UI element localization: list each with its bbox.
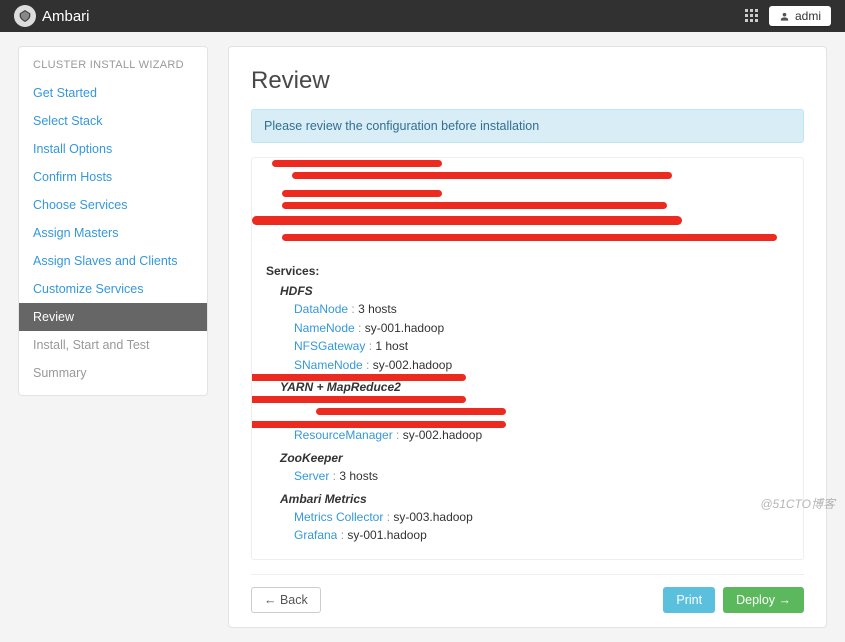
navbar-right: admi (745, 6, 831, 26)
component-link[interactable]: Server (294, 469, 329, 483)
component-link[interactable]: SNameNode (294, 358, 363, 372)
service-component-line: Grafana : sy-001.hadoop (294, 526, 789, 545)
service-component-line: SNameNode : sy-002.hadoop (294, 356, 789, 375)
component-link[interactable]: Metrics Collector (294, 510, 383, 524)
top-navbar: Ambari admi (0, 0, 845, 32)
component-value: sy-002.hadoop (373, 358, 452, 372)
wizard-step[interactable]: Select Stack (19, 107, 207, 135)
redaction-bar (252, 216, 682, 225)
service-component-line: DataNode : 3 hosts (294, 300, 789, 319)
component-link[interactable]: NFSGateway (294, 339, 365, 353)
back-button[interactable]: ← Back (251, 587, 321, 613)
component-value: 3 hosts (358, 302, 397, 316)
review-alert: Please review the configuration before i… (251, 109, 804, 143)
component-value: 1 host (375, 339, 408, 353)
brand[interactable]: Ambari (14, 5, 90, 27)
component-link[interactable]: NameNode (294, 321, 355, 335)
wizard-step[interactable]: Install Options (19, 135, 207, 163)
redaction-bar (282, 202, 667, 209)
admin-label: admi (795, 9, 821, 23)
service-component-line: ResourceManager : sy-002.hadoop (294, 426, 789, 445)
wizard-step[interactable]: Assign Slaves and Clients (19, 247, 207, 275)
redaction-bar (251, 396, 466, 403)
brand-label: Ambari (42, 8, 90, 25)
page-body: CLUSTER INSTALL WIZARD Get StartedSelect… (0, 32, 845, 642)
wizard-step[interactable]: Assign Masters (19, 219, 207, 247)
user-icon (779, 11, 790, 22)
sidebar-title: CLUSTER INSTALL WIZARD (19, 47, 207, 79)
wizard-footer: ← Back Print Deploy → (251, 574, 804, 613)
component-value: sy-001.hadoop (347, 528, 426, 542)
component-link[interactable]: DataNode (294, 302, 348, 316)
services-heading: Services: (266, 264, 789, 278)
redaction-bar (282, 190, 442, 197)
wizard-step[interactable]: Customize Services (19, 275, 207, 303)
component-value: sy-002.hadoop (403, 428, 482, 442)
ambari-logo-icon (14, 5, 36, 27)
component-value: sy-003.hadoop (393, 510, 472, 524)
redaction-bar (282, 234, 777, 241)
component-link[interactable]: ResourceManager (294, 428, 393, 442)
service-group-name: YARN + MapReduce2 (280, 380, 789, 394)
redaction-bar (251, 421, 506, 428)
print-button[interactable]: Print (663, 587, 715, 613)
redaction-bar (292, 172, 672, 179)
service-group-name: Ambari Metrics (280, 492, 789, 506)
redaction-bar (316, 408, 506, 415)
wizard-step[interactable]: Get Started (19, 79, 207, 107)
redaction-bar (272, 160, 442, 167)
service-component-line: Server : 3 hosts (294, 467, 789, 486)
wizard-step[interactable]: Confirm Hosts (19, 163, 207, 191)
wizard-step: Summary (19, 359, 207, 387)
wizard-step[interactable]: Review (19, 303, 207, 331)
wizard-sidebar: CLUSTER INSTALL WIZARD Get StartedSelect… (18, 46, 208, 396)
service-component-line: NFSGateway : 1 host (294, 337, 789, 356)
review-content: Services: HDFSDataNode : 3 hostsNameNode… (251, 157, 804, 560)
main-panel: Review Please review the configuration b… (228, 46, 827, 628)
service-group-name: ZooKeeper (280, 451, 789, 465)
deploy-button[interactable]: Deploy → (723, 587, 804, 613)
service-component-line: Metrics Collector : sy-003.hadoop (294, 508, 789, 527)
page-title: Review (251, 67, 804, 95)
wizard-step[interactable]: Choose Services (19, 191, 207, 219)
service-component-line: NameNode : sy-001.hadoop (294, 319, 789, 338)
component-value: 3 hosts (339, 469, 378, 483)
watermark: @51CTO博客 (760, 495, 835, 512)
component-link[interactable]: Grafana (294, 528, 337, 542)
wizard-step: Install, Start and Test (19, 331, 207, 359)
apps-grid-icon[interactable] (745, 9, 759, 23)
admin-user-button[interactable]: admi (769, 6, 831, 26)
service-group-name: HDFS (280, 284, 789, 298)
component-value: sy-001.hadoop (365, 321, 444, 335)
redaction-bar (251, 374, 466, 381)
